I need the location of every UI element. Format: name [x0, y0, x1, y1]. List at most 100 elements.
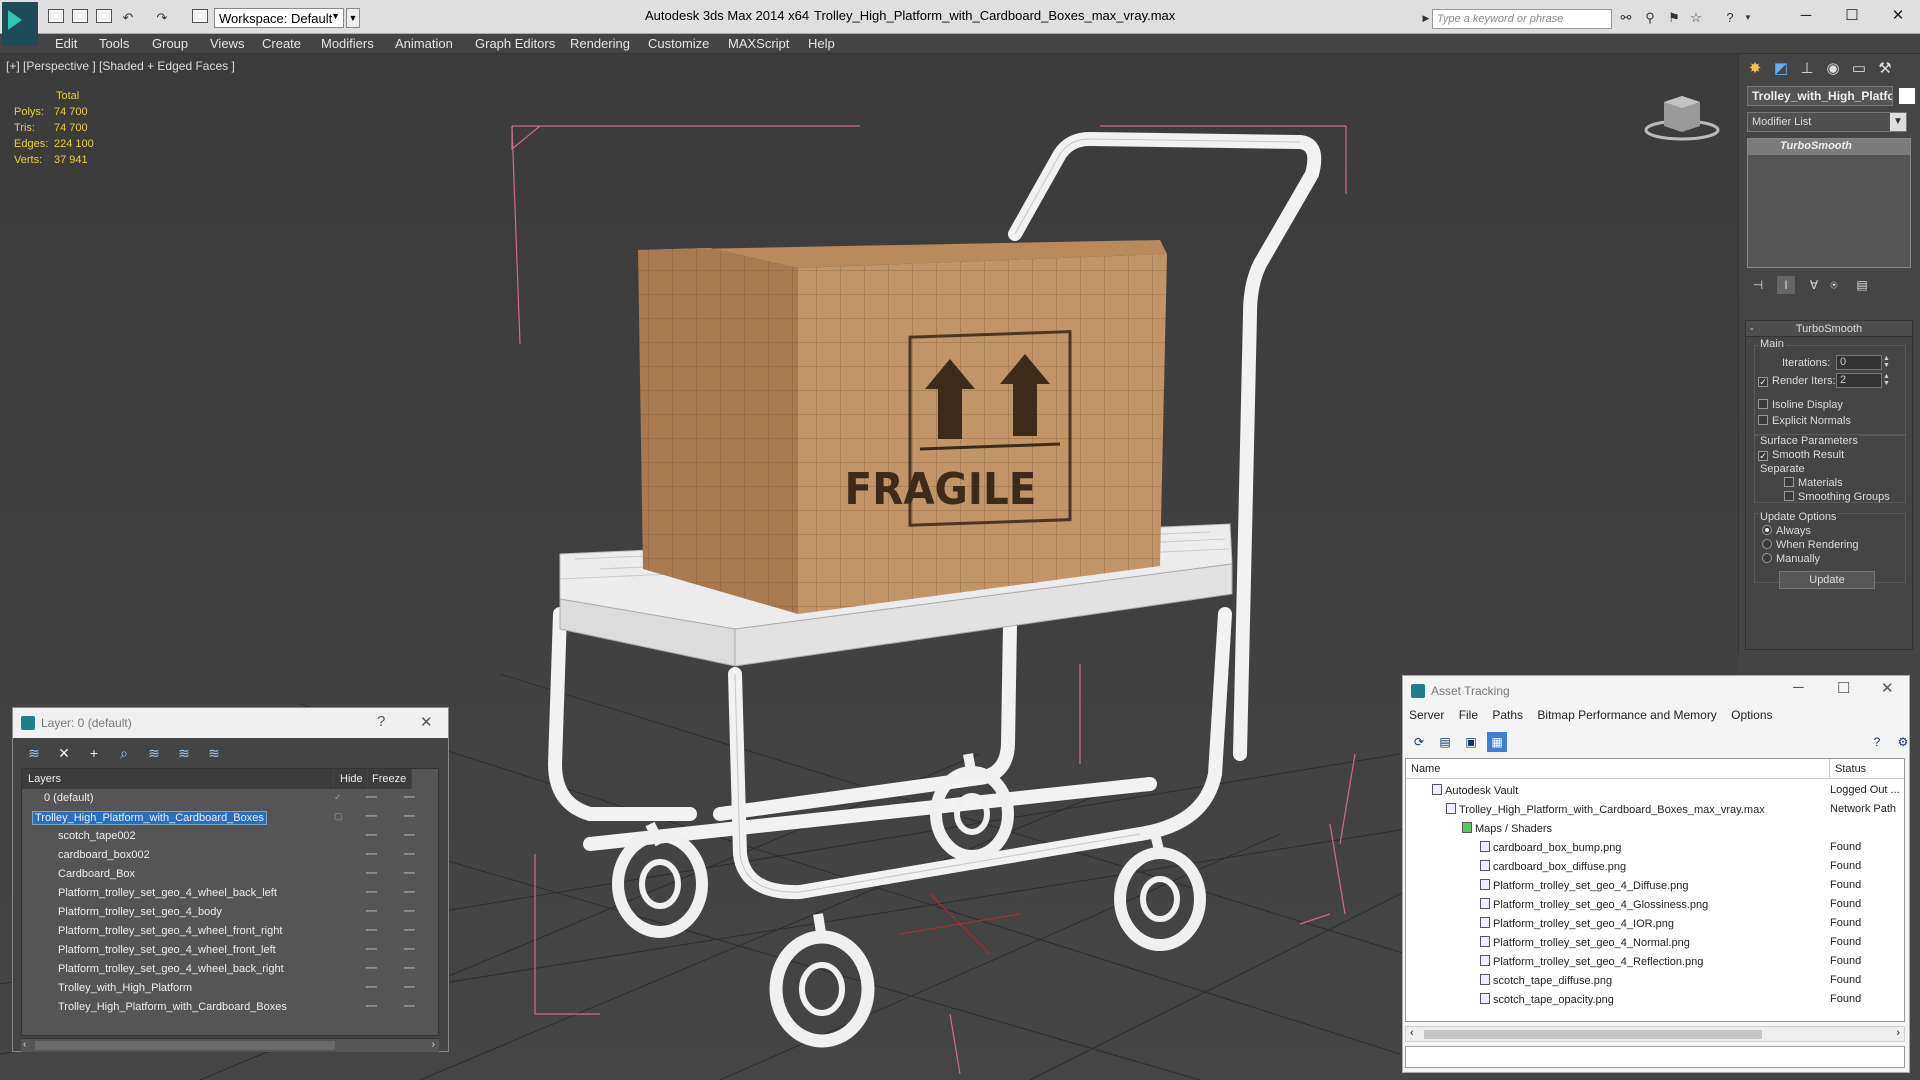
layer-row[interactable]: Platform_trolley_set_geo_4_wheel_front_r… — [22, 922, 438, 941]
subscription-icon[interactable]: ⚲ — [1642, 11, 1658, 25]
make-unique-icon[interactable]: ∀ — [1805, 276, 1823, 294]
context-help-icon[interactable]: ⚙ — [1893, 732, 1913, 752]
delete-layer-icon[interactable]: ✕ — [53, 742, 75, 764]
column-status[interactable]: Status — [1830, 759, 1904, 779]
layer-row[interactable]: 0 (default) ✓ ━━ ━━ — [22, 789, 438, 808]
layer-row[interactable]: Trolley_High_Platform_with_Cardboard_Box… — [22, 998, 438, 1017]
thumbnail-view-icon[interactable]: ▣ — [1461, 732, 1481, 752]
configure-sets-icon[interactable]: ▤ — [1853, 276, 1871, 294]
menu-edit[interactable]: Edit — [55, 36, 77, 51]
iterations-spinner[interactable]: 0 ▲ ▼ — [1836, 355, 1890, 370]
list-view-icon[interactable]: ▤ — [1435, 732, 1455, 752]
current-layer-box-icon[interactable]: ▢ — [334, 811, 343, 822]
new-file-icon[interactable] — [48, 9, 64, 23]
asset-row[interactable]: Trolley_High_Platform_with_Cardboard_Box… — [1406, 800, 1904, 819]
column-name[interactable]: Name — [1406, 759, 1830, 779]
layer-row[interactable]: cardboard_box002 ━━ ━━ — [22, 846, 438, 865]
create-tab-icon[interactable]: ✸ — [1743, 58, 1767, 80]
layer-row[interactable]: Platform_trolley_set_geo_4_body ━━ ━━ — [22, 903, 438, 922]
layer-row[interactable]: Platform_trolley_set_geo_4_wheel_front_l… — [22, 941, 438, 960]
undo-icon[interactable]: ↶ — [120, 11, 136, 25]
layer-row[interactable]: Platform_trolley_set_geo_4_wheel_back_ri… — [22, 960, 438, 979]
hide-all-layers-icon[interactable]: ≋ — [173, 742, 195, 764]
scroll-right-icon[interactable]: › — [1896, 1027, 1900, 1039]
object-color-swatch[interactable] — [1899, 88, 1915, 104]
project-folder-icon[interactable] — [192, 9, 208, 23]
motion-tab-icon[interactable]: ◉ — [1821, 58, 1845, 80]
scroll-left-icon[interactable]: ‹ — [1410, 1027, 1414, 1039]
new-layer-icon[interactable]: ≋ — [23, 742, 45, 764]
asset-row[interactable]: Platform_trolley_set_geo_4_Normal.png Fou… — [1406, 933, 1904, 952]
help-icon[interactable]: ? — [1867, 732, 1887, 752]
app-logo-button[interactable] — [2, 2, 38, 46]
save-file-icon[interactable] — [96, 9, 112, 23]
open-file-icon[interactable] — [72, 9, 88, 23]
always-radio[interactable]: Always — [1762, 525, 1811, 537]
menu-group[interactable]: Group — [152, 36, 188, 51]
add-to-layer-icon[interactable]: + — [83, 742, 105, 764]
close-button[interactable]: ✕ — [1878, 4, 1918, 28]
menu-modifiers[interactable]: Modifiers — [321, 36, 374, 51]
menu-paths[interactable]: Paths — [1492, 708, 1523, 722]
select-in-layer-icon[interactable]: ⌕ — [113, 742, 135, 764]
help-icon[interactable]: ? — [1722, 11, 1738, 25]
modifier-list-select[interactable]: Modifier List ▼ — [1747, 112, 1907, 132]
minimize-icon[interactable]: ─ — [1793, 679, 1804, 696]
menu-animation[interactable]: Animation — [395, 36, 453, 51]
asset-row[interactable]: cardboard_box_diffuse.png Found — [1406, 857, 1904, 876]
manually-radio[interactable]: Manually — [1762, 553, 1820, 565]
column-layers[interactable]: Layers — [22, 769, 334, 789]
search-input[interactable]: Type a keyword or phrase — [1432, 9, 1612, 29]
favorites-star-icon[interactable]: ☆ — [1688, 11, 1704, 25]
hierarchy-tab-icon[interactable]: ⊥ — [1795, 58, 1819, 80]
modifier-stack[interactable]: TurboSmooth — [1747, 138, 1911, 268]
show-end-result-icon[interactable]: Ι — [1777, 276, 1795, 294]
isoline-display-checkbox[interactable]: Isoline Display — [1758, 399, 1843, 411]
explicit-normals-checkbox[interactable]: Explicit Normals — [1758, 415, 1851, 427]
asset-row[interactable]: Autodesk Vault Logged Out ... — [1406, 781, 1904, 800]
pin-stack-icon[interactable]: ⊣ — [1749, 276, 1767, 294]
minimize-button[interactable]: ─ — [1786, 4, 1826, 28]
help-icon[interactable]: ? — [377, 713, 385, 730]
layer-row[interactable]: scotch_tape002 ━━ ━━ — [22, 827, 438, 846]
stack-item-turbosmooth[interactable]: TurboSmooth — [1748, 139, 1910, 155]
menu-tools[interactable]: Tools — [99, 36, 129, 51]
asset-row[interactable]: Maps / Shaders — [1406, 819, 1904, 838]
scrollbar-thumb[interactable] — [35, 1041, 335, 1050]
layer-row-selected[interactable]: Trolley_High_Platform_with_Cardboard_Box… — [22, 808, 438, 827]
render-iters-spinner[interactable]: 2 ▲ ▼ — [1836, 373, 1890, 388]
binoculars-icon[interactable]: ⚯ — [1618, 11, 1634, 25]
object-name-field[interactable]: Trolley_with_High_Platfo — [1747, 86, 1893, 106]
menu-maxscript[interactable]: MAXScript — [728, 36, 789, 51]
asset-row[interactable]: Platform_trolley_set_geo_4_Diffuse.png Fo… — [1406, 876, 1904, 895]
materials-checkbox[interactable]: Materials — [1784, 477, 1843, 489]
help-dropdown-icon[interactable]: ▼ — [1740, 11, 1756, 25]
asset-row[interactable]: scotch_tape_opacity.png Found — [1406, 990, 1904, 1009]
menu-bitmap-performance[interactable]: Bitmap Performance and Memory — [1537, 708, 1716, 722]
update-button[interactable]: Update — [1779, 571, 1875, 589]
close-icon[interactable]: ✕ — [1881, 679, 1894, 697]
maximize-icon[interactable]: ☐ — [1837, 679, 1850, 697]
column-hide[interactable]: Hide — [334, 769, 368, 789]
menu-help[interactable]: Help — [808, 36, 835, 51]
close-icon[interactable]: ✕ — [420, 713, 433, 731]
horizontal-scrollbar[interactable]: ‹ › — [21, 1038, 439, 1052]
modify-tab-icon[interactable]: ◩ — [1769, 58, 1793, 80]
asset-row[interactable]: scotch_tape_diffuse.png Found — [1406, 971, 1904, 990]
communication-icon[interactable]: ⚑ — [1666, 11, 1682, 25]
when-rendering-radio[interactable]: When Rendering — [1762, 539, 1859, 551]
asset-path-field[interactable] — [1405, 1046, 1905, 1068]
menu-views[interactable]: Views — [210, 36, 244, 51]
current-layer-check-icon[interactable]: ✓ — [334, 792, 342, 803]
workspace-select[interactable]: Workspace: Default ▼ — [214, 8, 344, 28]
menu-server[interactable]: Server — [1409, 708, 1444, 722]
asset-row[interactable]: cardboard_box_bump.png Found — [1406, 838, 1904, 857]
render-iters-toggle[interactable]: ✓ Render Iters: — [1758, 375, 1836, 387]
highlight-selected-icon[interactable]: ≋ — [143, 742, 165, 764]
dialog-titlebar[interactable]: Asset Tracking ─ ☐ ✕ — [1403, 676, 1909, 704]
horizontal-scrollbar[interactable]: ‹ › — [1405, 1026, 1905, 1042]
dialog-titlebar[interactable]: Layer: 0 (default) ? ✕ — [13, 708, 448, 738]
layer-row[interactable]: Trolley_with_High_Platform ━━ ━━ — [22, 979, 438, 998]
menu-file[interactable]: File — [1459, 708, 1478, 722]
asset-row[interactable]: Platform_trolley_set_geo_4_Glossiness.pn… — [1406, 895, 1904, 914]
